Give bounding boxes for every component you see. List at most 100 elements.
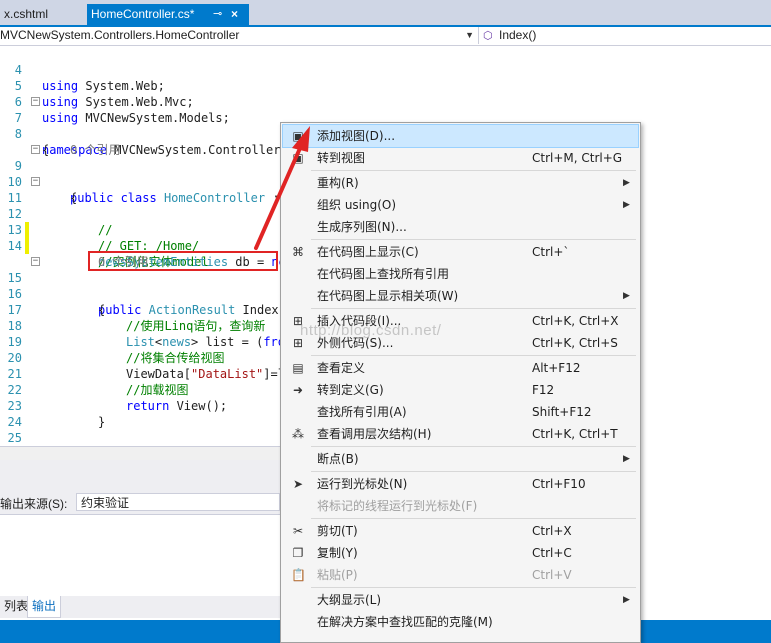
call-hierarchy-icon: ⁂ [292, 427, 304, 441]
menu-item: 将标记的线程运行到光标处(F) [283, 495, 638, 517]
menu-item-label: 重构(R) [317, 176, 359, 190]
menu-item[interactable]: 组织 using(O) ▶ [283, 194, 638, 216]
menu-item-shortcut: Ctrl+K, Ctrl+X [532, 314, 619, 328]
menu-item[interactable]: ⁂ 查看调用层次结构(H) Ctrl+K, Ctrl+T [283, 423, 638, 445]
menu-item-label: 剪切(T) [317, 524, 358, 538]
menu-separator [311, 355, 636, 356]
menu-item[interactable]: ✂ 剪切(T) Ctrl+X [283, 520, 638, 542]
output-source-label: 输出来源(S): [0, 497, 68, 511]
menu-item[interactable]: 查找所有引用(A) Shift+F12 [283, 401, 638, 423]
run-to-cursor-icon: ➤ [292, 477, 304, 491]
copy-icon: ❐ [292, 546, 304, 560]
menu-item[interactable]: 重构(R) ▶ [283, 172, 638, 194]
menu-item-label: 在代码图上查找所有引用 [317, 267, 450, 281]
menu-item-shortcut: Ctrl+M, Ctrl+G [532, 151, 623, 165]
menu-item-shortcut: Shift+F12 [532, 405, 592, 419]
horizontal-scrollbar[interactable] [0, 446, 280, 461]
output-content[interactable] [0, 514, 280, 597]
menu-item[interactable]: ❐ 复制(Y) Ctrl+C [283, 542, 638, 564]
annotation-highlight-box [88, 251, 278, 271]
pin-icon[interactable]: ⊸ [213, 4, 222, 25]
bottom-tab-strip: 列表 输出 [0, 596, 280, 618]
close-icon[interactable]: × [231, 4, 238, 25]
collapse-icon[interactable]: − [31, 177, 40, 186]
submenu-arrow-icon: ▶ [623, 291, 630, 301]
document-tab-strip: x.cshtml HomeController.cs* ⊸ × [0, 0, 771, 25]
output-panel-header [0, 460, 280, 490]
method-icon: ⬡ [483, 30, 493, 42]
menu-separator [311, 239, 636, 240]
menu-item[interactable]: ⌘ 在代码图上显示(C) Ctrl+` [283, 241, 638, 263]
menu-item[interactable]: 生成序列图(N)... [283, 216, 638, 238]
menu-item[interactable]: 在解决方案中查找匹配的克隆(M) [283, 611, 638, 633]
tab-output[interactable]: 输出 [27, 596, 62, 618]
menu-item[interactable]: ➜ 转到定义(G) F12 [283, 379, 638, 401]
menu-item-label: 添加视图(D)... [317, 129, 396, 143]
code-map-icon: ⌘ [292, 245, 304, 259]
collapse-icon[interactable]: − [31, 97, 40, 106]
add-view-icon: ▣ [292, 129, 304, 143]
output-source-value: 约束验证 [81, 496, 130, 510]
menu-item-shortcut: Ctrl+F10 [532, 477, 586, 491]
submenu-arrow-icon: ▶ [623, 178, 630, 188]
menu-item-label: 复制(Y) [317, 546, 358, 560]
menu-item-label: 转到定义(G) [317, 383, 384, 397]
paste-icon: 📋 [291, 568, 306, 582]
menu-separator [311, 587, 636, 588]
submenu-arrow-icon: ▶ [623, 200, 630, 210]
menu-separator [311, 308, 636, 309]
menu-item[interactable]: ▤ 查看定义 Alt+F12 [283, 357, 638, 379]
menu-item[interactable]: 在代码图上显示相关项(W) ▶ [283, 285, 638, 307]
menu-item-shortcut: Alt+F12 [532, 361, 581, 375]
menu-separator [311, 518, 636, 519]
menu-item-label: 粘贴(P) [317, 568, 358, 582]
menu-item-label: 将标记的线程运行到光标处(F) [317, 499, 478, 513]
chevron-down-icon: ▼ [465, 30, 474, 40]
menu-item-shortcut: F12 [532, 383, 555, 397]
menu-item-label: 运行到光标处(N) [317, 477, 408, 491]
menu-item-shortcut: Ctrl+V [532, 568, 572, 582]
menu-item[interactable]: ⊞ 插入代码段(I)... Ctrl+K, Ctrl+X [283, 310, 638, 332]
menu-item[interactable]: 大纲显示(L) ▶ [283, 589, 638, 611]
menu-item-shortcut: Ctrl+K, Ctrl+T [532, 427, 618, 441]
menu-item-label: 外侧代码(S)... [317, 336, 394, 350]
menu-item[interactable]: ⊞ 外侧代码(S)... Ctrl+K, Ctrl+S [283, 332, 638, 354]
menu-item-label: 生成序列图(N)... [317, 220, 407, 234]
submenu-arrow-icon: ▶ [623, 595, 630, 605]
submenu-arrow-icon: ▶ [623, 454, 630, 464]
menu-item: 📋 粘贴(P) Ctrl+V [283, 564, 638, 586]
type-dropdown[interactable]: MVCNewSystem.Controllers.HomeController … [0, 27, 479, 44]
menu-item-label: 在解决方案中查找匹配的克隆(M) [317, 615, 493, 629]
collapse-icon[interactable]: − [31, 145, 40, 154]
menu-item[interactable]: ➤ 运行到光标处(N) Ctrl+F10 [283, 473, 638, 495]
code-line: 5 using System.Web.Mvc; [0, 62, 771, 109]
menu-item[interactable]: ▣ 转到视图 Ctrl+M, Ctrl+G [283, 147, 638, 169]
menu-item-shortcut: Ctrl+` [532, 245, 570, 259]
code-line: 4 using System.Web; [0, 46, 771, 93]
menu-item-shortcut: Ctrl+X [532, 524, 572, 538]
output-source-dropdown[interactable]: 约束验证 [76, 493, 280, 511]
menu-item[interactable]: ▣ 添加视图(D)... [282, 124, 639, 148]
menu-item-label: 在代码图上显示(C) [317, 245, 419, 259]
tab-label: HomeController.cs* [91, 7, 195, 21]
menu-item-label: 插入代码段(I)... [317, 314, 402, 328]
menu-item-label: 转到视图 [317, 151, 366, 165]
menu-item-label: 断点(B) [317, 452, 359, 466]
tab-label: x.cshtml [4, 7, 49, 21]
menu-item-label: 组织 using(O) [317, 198, 397, 212]
tab-homecontroller-cs[interactable]: HomeController.cs* ⊸ × [87, 4, 249, 25]
code-line: 7 − namespace MVCNewSystem.Controllers [0, 94, 771, 158]
code-line: 6 using MVCNewSystem.Models; [0, 78, 771, 125]
collapse-icon[interactable]: − [31, 257, 40, 266]
menu-separator [311, 446, 636, 447]
menu-item[interactable]: 断点(B) ▶ [283, 448, 638, 470]
menu-separator [311, 471, 636, 472]
go-to-view-icon: ▣ [292, 151, 304, 165]
menu-item-label: 查看调用层次结构(H) [317, 427, 432, 441]
tab-index-cshtml[interactable]: x.cshtml [0, 4, 84, 25]
menu-item[interactable]: 在代码图上查找所有引用 [283, 263, 638, 285]
member-dropdown[interactable]: ⬡ Index() [481, 27, 771, 44]
menu-item-shortcut: Ctrl+K, Ctrl+S [532, 336, 618, 350]
menu-item-label: 查找所有引用(A) [317, 405, 407, 419]
menu-item-label: 大纲显示(L) [317, 593, 382, 607]
